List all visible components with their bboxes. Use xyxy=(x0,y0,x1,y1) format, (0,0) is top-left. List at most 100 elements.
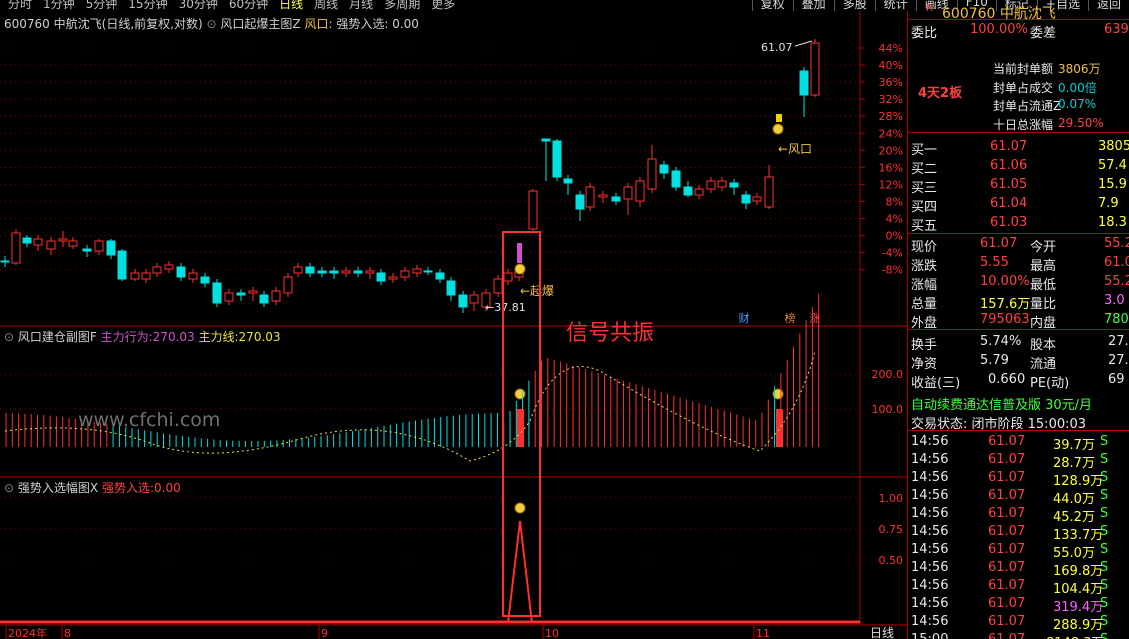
candle-body xyxy=(647,158,657,190)
toolbar-button[interactable]: 多股 xyxy=(833,0,875,11)
sub1-line2-label: 主力线: xyxy=(198,330,239,344)
candle-body xyxy=(0,260,10,263)
y-tick-label: 8% xyxy=(886,195,903,208)
seal-row: 封单占流通Z 0.07% xyxy=(993,97,1097,113)
flag-icon xyxy=(776,114,782,122)
period-tabs: 分时 1分钟 5分钟 15分钟 30分钟 60分钟 日线 周线 月线 多周期 更多 xyxy=(8,0,455,11)
badge: 财 xyxy=(739,311,750,325)
candle-body xyxy=(248,290,258,294)
candle-body xyxy=(810,42,820,96)
tick-row: 14:56 61.07 28.7万 S xyxy=(911,452,1109,471)
period-tab[interactable]: 30分钟 xyxy=(179,0,218,11)
candle-body xyxy=(729,182,739,188)
candle-body xyxy=(446,280,456,296)
main-panel-title: 600760 中航沈飞(日线,前复权,对数) ⊙ 风口起爆主图Z 风口: 强势入… xyxy=(4,15,419,32)
toolbar-button[interactable]: 叠加 xyxy=(792,0,834,11)
sub1-name[interactable]: 风口建仓副图F xyxy=(18,330,97,344)
period-tab[interactable]: 5分钟 xyxy=(86,0,118,11)
period-tab[interactable]: 更多 xyxy=(431,0,455,11)
main-indicator-name[interactable]: 风口起爆主图Z xyxy=(220,17,300,31)
stat-row: 净资5.79流通27.4 xyxy=(911,353,1129,372)
y-tick-label: 4% xyxy=(886,213,903,226)
collapse-icon[interactable]: ⊙ xyxy=(4,481,14,495)
y-tick-label: 40% xyxy=(879,59,903,72)
period-tab[interactable]: 60分钟 xyxy=(229,0,268,11)
bid-row: 买二 61.06 57.4 xyxy=(911,158,1127,177)
low-price-label: ←37.81 xyxy=(485,301,526,314)
candle-body xyxy=(365,270,375,274)
divider xyxy=(908,132,1129,133)
period-tab[interactable]: 月线 xyxy=(349,0,373,11)
period-tab[interactable]: 周线 xyxy=(314,0,338,11)
quote-header: R 600760 中航沈飞 xyxy=(908,2,1129,22)
y-tick-label: 32% xyxy=(879,93,903,106)
sub2-value: 0.00 xyxy=(154,481,181,495)
signal-bar xyxy=(776,409,783,447)
resonance-annotation: 信号共振 xyxy=(566,321,655,346)
candle-body xyxy=(283,276,293,294)
watermark: www.cfchi.com xyxy=(78,409,221,431)
y-tick-label: 28% xyxy=(879,110,903,123)
candle-body xyxy=(82,248,92,252)
seal-row: 当前封单额 3806万 xyxy=(993,62,1101,76)
y-tick-label: 44% xyxy=(879,42,903,55)
sub2-label: 强势入选: xyxy=(101,481,154,495)
chart-canvas[interactable]: 44% 40% 36% 32% 28% 24% 20% 16% 12% 8% 4% 0% -4% -8% 2… xyxy=(0,11,907,639)
divider xyxy=(908,430,1129,431)
candle-body xyxy=(293,266,303,274)
collapse-icon[interactable]: ⊙ xyxy=(4,330,14,344)
seal-row: 十日总涨幅 29.50% xyxy=(993,115,1104,132)
candle-body xyxy=(117,250,127,280)
candle-body xyxy=(388,276,398,280)
period-label: 日线 xyxy=(870,626,894,639)
y-tick-label: -4% xyxy=(882,247,903,260)
trade-status: 交易状态: 闭市阶段 15:00:03 xyxy=(911,417,1087,432)
signal-label: 强势入选: xyxy=(336,17,389,31)
money-bag-icon xyxy=(772,123,784,135)
period-tab[interactable]: 15分钟 xyxy=(128,0,167,11)
sub1-line1-label: 主力行为: xyxy=(100,330,153,344)
tick-row: 15:0061.078148.3万S xyxy=(908,631,1129,639)
toolbar-button[interactable]: 复权 xyxy=(751,0,793,11)
tick-row: 14:56 61.07 104.4万 S xyxy=(911,578,1109,597)
chart-mode: (日线,前复权,对数) xyxy=(101,17,203,31)
signal-bar xyxy=(517,409,524,447)
y-tick-label: 1.00 xyxy=(879,492,904,505)
period-tab[interactable]: 日线 xyxy=(279,0,303,11)
stat-row: 外盘795063内盘78060 xyxy=(911,312,1129,331)
period-tab[interactable]: 分时 xyxy=(8,0,32,11)
candle-body xyxy=(33,238,43,246)
chart-area[interactable]: 44% 40% 36% 32% 28% 24% 20% 16% 12% 8% 4% 0% -4% -8% 2… xyxy=(0,11,907,639)
candle-body xyxy=(200,276,210,284)
collapse-icon[interactable]: ⊙ xyxy=(206,17,216,31)
tick-row: 14:56 61.07 55.0万 S xyxy=(911,542,1109,561)
y-tick-label: 16% xyxy=(879,161,903,174)
candle-body xyxy=(493,278,503,294)
bid-row: 买五 61.03 18.3 xyxy=(911,215,1127,234)
tick-row: 14:56 61.07 133.7万 S xyxy=(911,524,1109,543)
tick-row: 14:56 61.07 128.9万 S xyxy=(911,470,1109,489)
trading-window: 分时 1分钟 5分钟 15分钟 30分钟 60分钟 日线 周线 月线 多周期 更多 复权 叠加 多股 统计… xyxy=(0,0,1129,639)
candle-body xyxy=(598,194,608,198)
candle-body xyxy=(659,164,669,174)
candle-body xyxy=(412,268,422,274)
candle-body xyxy=(623,186,633,200)
divider xyxy=(908,19,1129,20)
candle-body xyxy=(68,240,78,247)
period-tab[interactable]: 多周期 xyxy=(384,0,420,11)
x-tick-label: 11 xyxy=(756,627,770,639)
candle-body xyxy=(706,180,716,190)
stat-row: 换手5.74%股本27.6 xyxy=(911,334,1129,353)
sub2-name[interactable]: 强势入选幅图X xyxy=(18,481,98,495)
candle-body xyxy=(741,194,751,204)
fengkou-mark: ←风口 xyxy=(778,142,812,156)
money-bag-icon xyxy=(514,388,526,400)
candle-body xyxy=(353,270,363,274)
period-tab[interactable]: 1分钟 xyxy=(43,0,75,11)
x-tick-label: 9 xyxy=(321,627,328,639)
tick-row: 14:56 61.07 44.0万 S xyxy=(911,488,1109,507)
tick-row: 14:56 61.07 169.8万 S xyxy=(911,560,1109,579)
candle-body xyxy=(305,266,315,274)
sub2-title: ⊙ 强势入选幅图X 强势入选:0.00 xyxy=(4,479,181,496)
quote-title: 600760 中航沈飞 xyxy=(942,6,1056,22)
